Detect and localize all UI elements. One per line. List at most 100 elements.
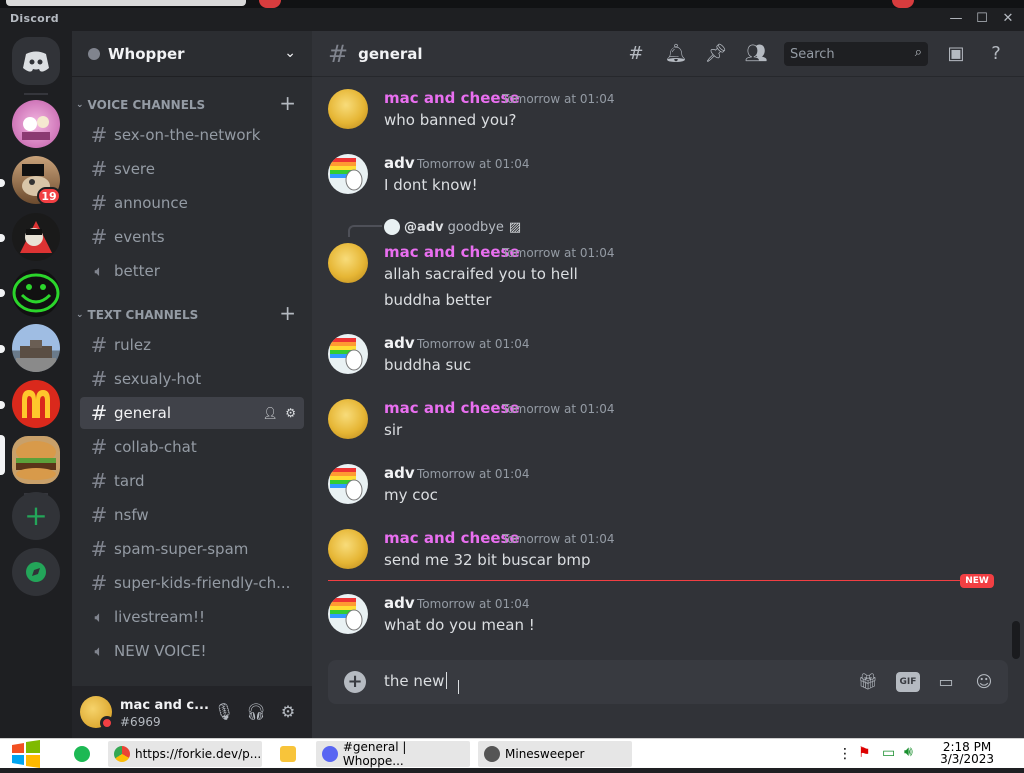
emoji-icon[interactable]: ☺	[972, 670, 996, 694]
guild-header[interactable]: Whopper ⌄	[72, 31, 312, 77]
avatar[interactable]	[328, 334, 368, 374]
hash-icon: #	[90, 469, 108, 493]
avatar[interactable]	[328, 399, 368, 439]
avatar[interactable]	[328, 464, 368, 504]
channel-nsfw[interactable]: # nsfw	[80, 499, 304, 531]
author-name[interactable]: adv	[384, 464, 415, 482]
category-voice-channels[interactable]: ⌄ VOICE CHANNELS +	[72, 91, 312, 115]
channel-events[interactable]: # events	[80, 221, 304, 253]
threads-icon[interactable]: #	[624, 42, 648, 66]
message[interactable]: adv Tomorrow at 01:04 my coc	[312, 462, 1012, 514]
message[interactable]: adv Tomorrow at 01:04 I dont know!	[312, 152, 1012, 204]
search-box[interactable]: ⌕	[784, 42, 928, 66]
headphones-icon[interactable]: 🎧︎	[244, 700, 268, 724]
avatar[interactable]	[328, 243, 368, 283]
category-text-channels[interactable]: ⌄ TEXT CHANNELS +	[72, 301, 312, 325]
channel-livestream[interactable]: 🔈︎ livestream!!	[80, 601, 304, 633]
message[interactable]: mac and cheese Tomorrow at 01:04 who ban…	[312, 87, 1012, 139]
chat-area: # general # 🔔︎ 📌︎ 👥︎ ⌕ ▣ ? mac and chees…	[312, 31, 1024, 738]
inbox-icon[interactable]: ▣	[944, 42, 968, 66]
server-icon-dark-art[interactable]	[12, 213, 60, 261]
message[interactable]: adv Tomorrow at 01:04 what do you mean !	[312, 592, 1012, 644]
message-text: my coc	[384, 486, 438, 504]
gif-button[interactable]: GIF	[896, 672, 920, 692]
home-button[interactable]	[12, 37, 60, 85]
gift-icon[interactable]: 🎁︎	[856, 670, 880, 694]
add-channel-icon[interactable]: +	[279, 91, 296, 115]
channel-tard[interactable]: # tard	[80, 465, 304, 497]
username[interactable]: mac and c...	[120, 698, 209, 713]
message-reply[interactable]: @adv goodbye ▨ mac and cheese Tomorrow a…	[312, 217, 1012, 309]
user-tag: #6969	[120, 715, 161, 729]
windows-start-button[interactable]	[10, 739, 42, 769]
scrollbar[interactable]	[1012, 621, 1020, 659]
volume-icon[interactable]: 🔊︎	[904, 744, 920, 760]
avatar[interactable]	[328, 594, 368, 634]
author-name[interactable]: mac and cheese	[384, 243, 520, 261]
maximize-icon[interactable]: ☐	[972, 10, 992, 28]
channel-rulez[interactable]: # rulez	[80, 329, 304, 361]
taskbar-chrome[interactable]: https://forkie.dev/p...	[108, 741, 262, 767]
channel-better[interactable]: 🔈︎ better	[80, 255, 304, 287]
add-server-button[interactable]: +	[12, 492, 60, 540]
flag-icon[interactable]: ⚑	[858, 745, 874, 761]
explore-servers-button[interactable]	[12, 548, 60, 596]
new-badge: NEW	[960, 574, 994, 588]
message[interactable]: mac and cheese Tomorrow at 01:04 send me…	[312, 527, 1012, 579]
author-name[interactable]: mac and cheese	[384, 399, 520, 417]
message-input[interactable]: the new	[384, 672, 448, 690]
channel-sexualy-hot[interactable]: # sexualy-hot	[80, 363, 304, 395]
server-icon-mcdonalds[interactable]	[12, 380, 60, 428]
channel-sex-on-the-network[interactable]: # sex-on-the-network	[80, 119, 304, 151]
microphone-icon[interactable]: 🎙︎	[212, 700, 236, 724]
channel-new-voice[interactable]: 🔈︎ NEW VOICE!	[80, 635, 304, 667]
minimize-icon[interactable]: —	[946, 10, 966, 28]
author-name[interactable]: adv	[384, 154, 415, 172]
system-clock[interactable]: 2:18 PM 3/3/2023	[940, 741, 994, 765]
author-name[interactable]: adv	[384, 334, 415, 352]
reply-preview[interactable]: @adv goodbye ▨	[384, 219, 521, 235]
avatar[interactable]	[328, 529, 368, 569]
close-icon[interactable]: ✕	[998, 10, 1018, 28]
server-icon-trollface[interactable]	[12, 269, 60, 317]
help-icon[interactable]: ?	[984, 42, 1008, 66]
channel-svere[interactable]: # svere	[80, 153, 304, 185]
server-icon-building[interactable]	[12, 324, 60, 372]
upload-plus-icon[interactable]: +	[344, 671, 366, 693]
network-icon[interactable]: ▭	[882, 745, 898, 761]
channel-collab-chat[interactable]: # collab-chat	[80, 431, 304, 463]
server-icon-anime[interactable]	[12, 100, 60, 148]
compass-icon	[26, 562, 46, 582]
author-name[interactable]: mac and cheese	[384, 89, 520, 107]
taskbar-minesweeper[interactable]: Minesweeper	[478, 741, 632, 767]
pin-icon[interactable]: 📌︎	[704, 42, 728, 66]
message-composer[interactable]: + the new 🎁︎ GIF ▭ ☺	[328, 660, 1008, 704]
avatar[interactable]	[328, 154, 368, 194]
more-icon[interactable]: ⋮	[838, 746, 852, 762]
message[interactable]: mac and cheese Tomorrow at 01:04 sir	[312, 397, 1012, 449]
spotify-app-button[interactable]	[68, 741, 98, 767]
search-input[interactable]	[790, 45, 900, 63]
add-channel-icon[interactable]: +	[279, 301, 296, 325]
chevron-down-icon: ⌄	[76, 100, 84, 110]
file-explorer-button[interactable]	[274, 741, 304, 767]
taskbar-discord[interactable]: #general | Whoppe...	[316, 740, 470, 768]
channel-spam-super-spam[interactable]: # spam-super-spam	[80, 533, 304, 565]
sticker-icon[interactable]: ▭	[934, 670, 958, 694]
channel-general[interactable]: # general 👤︎ ⚙	[80, 397, 304, 429]
timestamp: Tomorrow at 01:04	[417, 337, 530, 351]
bell-icon[interactable]: 🔔︎	[664, 42, 688, 66]
taskbar-label: https://forkie.dev/p...	[135, 747, 262, 761]
message[interactable]: adv Tomorrow at 01:04 buddha suc	[312, 332, 1012, 384]
channel-announce[interactable]: # announce	[80, 187, 304, 219]
author-name[interactable]: mac and cheese	[384, 529, 520, 547]
discord-logo-icon	[23, 51, 49, 72]
gear-icon[interactable]: ⚙	[276, 700, 300, 724]
create-invite-icon[interactable]: 👤︎	[262, 406, 277, 420]
member-list-icon[interactable]: 👥︎	[744, 42, 768, 66]
channel-super-kids-friendly[interactable]: # super-kids-friendly-ch...	[80, 567, 304, 599]
gear-icon[interactable]: ⚙	[285, 406, 296, 420]
server-icon-whopper[interactable]	[12, 436, 60, 484]
avatar[interactable]	[328, 89, 368, 129]
author-name[interactable]: adv	[384, 594, 415, 612]
